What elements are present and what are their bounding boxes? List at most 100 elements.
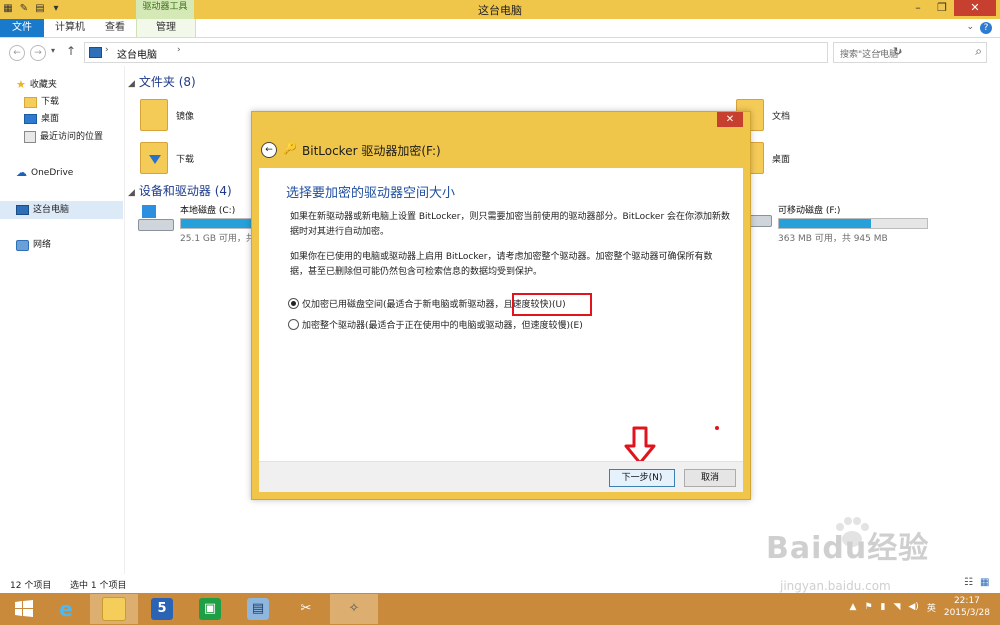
new-folder-icon[interactable]: ▤	[34, 2, 46, 15]
nav-favorites[interactable]: ★ 收藏夹	[16, 76, 57, 94]
nav-recent[interactable]: 最近访问的位置	[24, 128, 103, 146]
collapse-chevron-icon[interactable]: ◢	[128, 79, 135, 89]
recent-places-icon	[24, 131, 36, 143]
folders-section-header[interactable]: ◢ 文件夹 (8)	[128, 73, 196, 91]
network-status-icon[interactable]: ▮	[881, 602, 886, 612]
search-placeholder: 搜索"这台电脑"	[840, 50, 903, 60]
desktop-icon	[24, 114, 37, 124]
wifi-signal-icon[interactable]: ◥	[893, 602, 900, 612]
dialog-content: 选择要加密的驱动器空间大小 如果在新驱动器或新电脑上设置 BitLocker，则…	[259, 168, 743, 492]
system-tray: ▲ ⚑ ▮ ◥ ◀) 英 22:17 2015/3/28	[850, 595, 990, 619]
breadcrumb-this-pc[interactable]: 这台电脑	[117, 46, 157, 61]
internet-explorer-icon: e	[59, 597, 73, 621]
next-button[interactable]: 下一步(N)	[609, 469, 675, 487]
taskbar-ie[interactable]: e	[42, 594, 90, 624]
show-hidden-icons-icon[interactable]: ▲	[850, 602, 857, 612]
back-button[interactable]: ←	[9, 45, 25, 61]
nav-downloads[interactable]: 下载	[24, 93, 59, 111]
ime-indicator[interactable]: 英	[927, 601, 936, 614]
nav-label: 这台电脑	[33, 205, 70, 215]
search-icon[interactable]: ⌕	[975, 44, 982, 59]
tab-view[interactable]: 查看	[96, 19, 134, 37]
nav-label: 桌面	[41, 114, 60, 124]
taskbar-paint[interactable]: ✂	[282, 594, 330, 624]
taskbar-app-5[interactable]: 5	[138, 594, 186, 624]
drive-usage-fill	[181, 219, 258, 228]
nav-network[interactable]: 网络	[16, 236, 51, 254]
title-bar: 这台电脑 ▦ ✎ ▤ ▾ 驱动器工具 – ❐ ✕	[0, 0, 1000, 19]
drive-usage-bar	[778, 218, 928, 229]
ribbon-tabs: 文件 计算机 查看 管理 ⌄ ?	[0, 19, 1000, 38]
expand-ribbon-icon[interactable]: ⌄	[966, 22, 974, 32]
section-title: 文件夹 (8)	[138, 75, 196, 89]
help-icon[interactable]: ?	[980, 22, 992, 34]
nav-onedrive[interactable]: ☁ OneDrive	[16, 164, 73, 182]
recent-locations-icon[interactable]: ▾	[51, 46, 55, 55]
dialog-heading: 选择要加密的驱动器空间大小	[286, 186, 456, 201]
radio-selected[interactable]	[288, 298, 299, 309]
tab-computer[interactable]: 计算机	[44, 19, 96, 37]
forward-button[interactable]: →	[30, 45, 46, 61]
folder-icon	[24, 96, 37, 108]
folder-mirror[interactable]: 镜像	[140, 95, 194, 135]
nav-label: 网络	[33, 240, 52, 250]
dialog-paragraph-1: 如果在新驱动器或新电脑上设置 BitLocker，则只需要加密当前使用的驱动器部…	[290, 212, 731, 237]
close-button[interactable]: ✕	[954, 0, 996, 16]
drive-usage-fill	[779, 219, 871, 228]
taskbar-remote[interactable]: ▤	[234, 594, 282, 624]
properties-icon[interactable]: ✎	[18, 2, 30, 15]
download-folder-icon	[140, 142, 168, 174]
highlight-annotation-box	[512, 293, 592, 316]
customize-qat-icon[interactable]: ▾	[50, 2, 62, 15]
nav-label: 下载	[41, 97, 60, 107]
tab-file[interactable]: 文件	[0, 19, 44, 37]
taskbar-bitlocker[interactable]: ✧	[330, 594, 378, 624]
minimize-button[interactable]: –	[906, 0, 930, 16]
tab-manage[interactable]: 管理	[136, 19, 196, 37]
dialog-back-button[interactable]: ←	[261, 142, 277, 158]
taskbar-store[interactable]: ▣	[186, 594, 234, 624]
dialog-paragraph-2: 如果你在已使用的电脑或驱动器上启用 BitLocker，请考虑加密整个驱动器。加…	[290, 252, 713, 277]
volume-icon[interactable]: ◀)	[908, 602, 918, 612]
windows-drive-icon	[138, 203, 174, 233]
clock[interactable]: 22:17 2015/3/28	[944, 595, 990, 619]
dialog-close-button[interactable]: ✕	[717, 112, 743, 127]
start-button[interactable]	[0, 594, 48, 624]
red-dot-annotation	[715, 426, 719, 430]
app-icon[interactable]: ▦	[2, 2, 14, 15]
taskbar-explorer[interactable]	[90, 594, 138, 624]
search-input[interactable]: 搜索"这台电脑" ⌕	[833, 42, 987, 63]
devices-section-header[interactable]: ◢ 设备和驱动器 (4)	[128, 182, 232, 200]
folder-icon	[140, 99, 168, 131]
up-button[interactable]: ↑	[66, 44, 76, 58]
cloud-icon: ☁	[16, 166, 27, 179]
radio-unselected[interactable]	[288, 319, 299, 330]
app-5-icon: 5	[151, 598, 173, 620]
folder-label: 桌面	[772, 154, 791, 165]
folder-downloads[interactable]: 下载	[140, 138, 194, 178]
address-box[interactable]: › 这台电脑 › ⌄ ↻	[84, 42, 902, 63]
option-whole-drive[interactable]: 加密整个驱动器(最适合于正在使用中的电脑或驱动器，但速度较慢)(E)	[288, 318, 583, 331]
computer-icon	[89, 47, 102, 58]
section-title: 设备和驱动器 (4)	[138, 184, 232, 198]
breadcrumb-chevron-icon[interactable]: ›	[177, 45, 181, 55]
window-controls: – ❐ ✕	[906, 0, 996, 16]
cancel-button[interactable]: 取消	[684, 469, 736, 487]
taskbar: e 5 ▣ ▤ ✂ ✧ ▲ ⚑ ▮ ◥ ◀) 英 22:17 2015/3/28	[0, 593, 1000, 625]
drive-name: 可移动磁盘 (F:)	[778, 206, 841, 216]
flag-icon[interactable]: ⚑	[864, 602, 872, 612]
collapse-chevron-icon[interactable]: ◢	[128, 188, 135, 198]
drive-tools-context-label: 驱动器工具	[136, 0, 194, 19]
nav-this-pc[interactable]: 这台电脑	[16, 201, 69, 219]
maximize-button[interactable]: ❐	[930, 0, 954, 16]
option-label: 加密整个驱动器(最适合于正在使用中的电脑或驱动器，但速度较慢)(E)	[302, 321, 583, 331]
red-arrow-annotation-icon	[624, 426, 656, 465]
drive-f[interactable]: 可移动磁盘 (F:) 363 MB 可用，共 945 MB	[736, 203, 928, 244]
nav-desktop[interactable]: 桌面	[24, 110, 59, 128]
store-icon: ▣	[199, 598, 221, 620]
bitlocker-key-icon: ✧	[348, 601, 360, 616]
nav-label: 收藏夹	[29, 80, 57, 90]
computer-icon	[16, 205, 29, 215]
breadcrumb-chevron-icon[interactable]: ›	[105, 45, 109, 55]
quick-access-toolbar: ▦ ✎ ▤ ▾	[2, 2, 62, 17]
